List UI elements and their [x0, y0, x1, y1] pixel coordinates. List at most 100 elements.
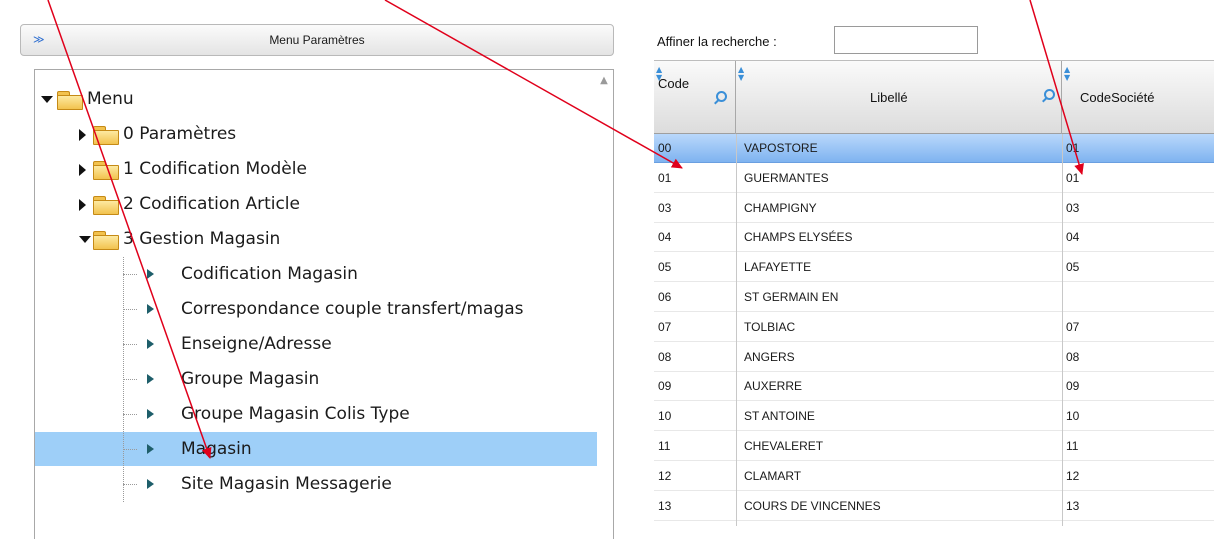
table-row[interactable]: 09 AUXERRE 09: [654, 372, 1214, 402]
cell-libelle: CHEVALERET: [744, 439, 824, 453]
column-divider: [736, 134, 737, 526]
tree-item-label: 1 Codification Modèle: [123, 159, 307, 179]
expand-toggle-icon[interactable]: [79, 129, 86, 141]
cell-code: 06: [658, 290, 672, 304]
cell-code: 08: [658, 349, 672, 364]
column-header-label: Libellé: [870, 90, 908, 105]
cell-codesociete: 09: [1066, 379, 1080, 394]
tree-connector: [123, 344, 137, 345]
tree-item-label: Correspondance couple transfert/magas: [181, 299, 524, 319]
filter-label: Affiner la recherche :: [657, 34, 777, 49]
tree-item-label: Magasin: [181, 439, 252, 459]
table-row[interactable]: 07 TOLBIAC 07: [654, 313, 1214, 342]
cell-code: 00: [658, 141, 672, 155]
menu-panel-header[interactable]: ≫ Menu Paramètres: [20, 24, 614, 56]
table-row[interactable]: 03 CHAMPIGNY 03: [654, 194, 1214, 223]
folder-icon: [93, 196, 119, 215]
cell-codesociete: 03: [1066, 200, 1080, 215]
column-header-codesociete[interactable]: ▲ ▼ CodeSociété: [1062, 61, 1214, 134]
tree-item-label: 0 Paramètres: [123, 124, 237, 144]
cell-codesociete: 08: [1066, 349, 1080, 364]
collapse-toggle-icon[interactable]: [79, 236, 91, 243]
cell-libelle: CLAMART: [744, 468, 802, 483]
table-row[interactable]: 05 LAFAYETTE 05: [654, 253, 1214, 283]
tree-item[interactable]: 2 Codification Article: [35, 187, 597, 221]
folder-icon: [57, 91, 83, 110]
sort-arrows-icon[interactable]: ▲ ▼: [1064, 66, 1070, 82]
tree-item[interactable]: Groupe Magasin Colis Type: [35, 397, 597, 431]
tree-connector: [123, 484, 137, 485]
cell-code: 05: [658, 260, 672, 275]
cell-code: 07: [658, 319, 672, 334]
column-header-libelle[interactable]: ▲ ▼ Libellé: [736, 61, 1062, 134]
table-row[interactable]: 08 ANGERS 08: [654, 343, 1214, 372]
table-row[interactable]: 12 CLAMART 12: [654, 462, 1214, 491]
tree-item[interactable]: Menu: [35, 82, 597, 116]
column-header-label: CodeSociété: [1080, 90, 1155, 105]
scroll-up-icon[interactable]: ▲: [597, 74, 611, 88]
table-row[interactable]: 00 VAPOSTORE 01: [654, 134, 1214, 163]
table-row[interactable]: 11 CHEVALERET 11: [654, 432, 1214, 461]
table-row[interactable]: 04 CHAMPS ELYSÉES 04: [654, 223, 1214, 253]
magnifier-icon[interactable]: [716, 91, 727, 102]
sort-arrows-icon[interactable]: ▲ ▼: [738, 66, 744, 82]
table-row[interactable]: 10 ST ANTOINE 10: [654, 402, 1214, 432]
tree-item-label: Codification Magasin: [181, 264, 358, 284]
magnifier-icon[interactable]: [1044, 89, 1055, 100]
tree-item[interactable]: 3 Gestion Magasin: [35, 222, 597, 256]
expand-toggle-icon[interactable]: [79, 199, 86, 211]
cell-code: 10: [658, 409, 672, 424]
cell-libelle: LAFAYETTE: [744, 260, 812, 275]
play-arrow-icon: [147, 374, 154, 384]
play-arrow-icon: [147, 479, 154, 489]
cell-code: 11: [658, 439, 671, 453]
tree-item[interactable]: Codification Magasin: [35, 257, 597, 291]
cell-code: 04: [658, 230, 672, 245]
play-arrow-icon: [147, 339, 154, 349]
cell-codesociete: 05: [1066, 260, 1080, 275]
expand-toggle-icon[interactable]: [79, 164, 86, 176]
folder-icon: [93, 126, 119, 145]
menu-panel-title: Menu Paramètres: [269, 33, 365, 47]
cell-codesociete: 12: [1066, 468, 1080, 483]
table-row[interactable]: 14GRANDS BOULEVARD14: [654, 521, 1214, 526]
cell-libelle: TOLBIAC: [744, 319, 796, 334]
cell-libelle: ANGERS: [744, 349, 795, 364]
tree-item[interactable]: Site Magasin Messagerie: [35, 467, 597, 501]
tree-item[interactable]: 1 Codification Modèle: [35, 152, 597, 186]
tree-item-label: Groupe Magasin Colis Type: [181, 404, 410, 424]
cell-code: 12: [658, 468, 672, 483]
table-row[interactable]: 06 ST GERMAIN EN: [654, 283, 1214, 312]
grid-header: ▲ ▼ Code ▲ ▼ Libellé ▲ ▼ CodeSociété: [654, 60, 1214, 134]
cell-libelle: CHAMPS ELYSÉES: [744, 230, 853, 245]
cell-codesociete: 04: [1066, 230, 1080, 245]
cell-codesociete: 11: [1066, 439, 1079, 453]
tree-connector: [123, 449, 137, 450]
cell-libelle: GUERMANTES: [744, 170, 829, 185]
column-divider: [1062, 134, 1063, 526]
cell-code: 01: [658, 170, 672, 185]
table-row[interactable]: 13 COURS DE VINCENNES 13: [654, 492, 1214, 521]
column-header-code[interactable]: ▲ ▼ Code: [654, 61, 736, 134]
tree-item[interactable]: Magasin: [35, 432, 597, 466]
collapse-toggle-icon[interactable]: [41, 96, 53, 103]
column-header-label: Code: [658, 76, 690, 91]
cell-codesociete: 01: [1066, 141, 1080, 155]
tree-item[interactable]: 0 Paramètres: [35, 117, 597, 151]
cell-libelle: COURS DE VINCENNES: [744, 498, 881, 513]
tree-item[interactable]: Enseigne/Adresse: [35, 327, 597, 361]
folder-icon: [93, 231, 119, 250]
play-arrow-icon: [147, 269, 154, 279]
table-row[interactable]: 01 GUERMANTES 01: [654, 164, 1214, 193]
cell-codesociete: 07: [1066, 319, 1080, 334]
cell-codesociete: 01: [1066, 170, 1080, 185]
tree-item-label: Enseigne/Adresse: [181, 334, 332, 354]
menu-tree: ▲ Menu 0 Paramètres 1 Codification Modèle 2…: [34, 69, 614, 539]
cell-libelle: ST ANTOINE: [744, 409, 815, 424]
tree-item[interactable]: Groupe Magasin: [35, 362, 597, 396]
tree-item[interactable]: Correspondance couple transfert/magas: [35, 292, 597, 326]
cell-libelle: CHAMPIGNY: [744, 200, 817, 215]
tree-connector: [123, 414, 137, 415]
cell-code: 03: [658, 200, 672, 215]
filter-input[interactable]: [834, 26, 978, 54]
